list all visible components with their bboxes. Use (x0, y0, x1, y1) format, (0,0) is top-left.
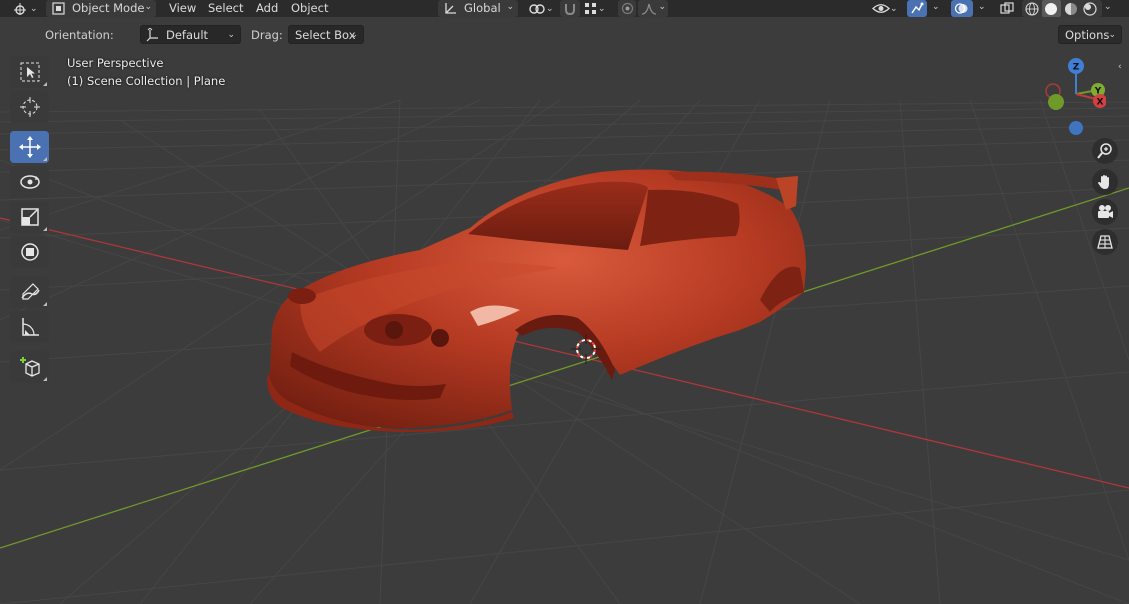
annotate-icon (20, 283, 40, 300)
scale-icon (20, 208, 39, 226)
shading-dropdown-chevron[interactable]: ⌄ (1104, 2, 1112, 12)
chevron-down-icon: ⌄ (30, 3, 38, 14)
orientation-value: Default (166, 27, 209, 42)
orientation-label: Orientation: (45, 28, 114, 42)
transform-tool[interactable] (10, 236, 49, 268)
sidebar-toggle[interactable]: ‹ (1118, 62, 1128, 74)
scene-canvas[interactable] (0, 0, 1129, 604)
mode-selector[interactable]: Object Mode ⌄ (46, 0, 156, 17)
tool-settings-bar: Orientation: Default ⌄ Drag: Select Box … (0, 24, 1129, 46)
gizmo-toggle[interactable] (907, 0, 927, 17)
chevron-down-icon: ⌄ (890, 3, 898, 14)
snap-toggle[interactable] (560, 0, 580, 17)
proportional-edit-toggle[interactable] (618, 0, 636, 17)
options-label: Options (1065, 27, 1110, 42)
xray-icon (1000, 2, 1014, 14)
rotate-tool[interactable] (10, 166, 49, 198)
shading-rendered-icon[interactable] (1083, 2, 1097, 16)
chevron-down-icon: ⌄ (598, 3, 606, 14)
gizmo-z-label: Z (1073, 63, 1080, 73)
editor-type-button[interactable]: ⌄ (14, 0, 38, 17)
chevron-down-icon: ⌄ (546, 3, 554, 14)
snap-icon (565, 4, 575, 15)
pan-button[interactable] (1092, 169, 1118, 195)
gizmo-icon (911, 2, 924, 14)
cursor-icon (19, 97, 40, 117)
grid-floor (0, 99, 1129, 604)
visibility-icon (872, 4, 890, 13)
annotate-tool[interactable] (10, 276, 49, 308)
hand-icon (1098, 175, 1109, 189)
collection-info: (1) Scene Collection | Plane (67, 74, 226, 88)
orientation-icon (445, 3, 456, 14)
menu-select[interactable]: Select (208, 0, 243, 17)
menu-object[interactable]: Object (291, 0, 328, 17)
shading-material-icon[interactable] (1064, 2, 1078, 16)
transform-orientation-selector[interactable]: Global ⌄ (438, 0, 518, 17)
drag-label: Drag: (251, 28, 283, 42)
zoom-icon (1097, 143, 1112, 159)
visibility-button[interactable]: ⌄ (872, 0, 898, 17)
rotate-icon (19, 175, 40, 189)
shading-solid-button[interactable] (1042, 0, 1061, 17)
orientation-label: Global (464, 1, 501, 15)
gizmo-dropdown-chevron[interactable]: ⌄ (932, 2, 940, 12)
drag-value: Select Box (295, 27, 356, 42)
zoom-button[interactable] (1092, 138, 1118, 164)
overlay-icon (954, 3, 968, 14)
overlay-dropdown-chevron[interactable]: ⌄ (978, 2, 986, 12)
chevron-down-icon: ⌄ (506, 2, 514, 12)
falloff-button[interactable]: ⌄ (638, 0, 668, 17)
options-dropdown[interactable]: Options ⌄ (1058, 25, 1122, 44)
mode-icon (52, 2, 65, 15)
shading-solid-icon (1045, 3, 1057, 15)
mode-label: Object Mode (72, 1, 145, 15)
pivot-icon (529, 3, 545, 14)
camera-icon (1098, 205, 1113, 218)
drag-dropdown[interactable]: Select Box ⌄ (288, 25, 364, 44)
3d-viewport[interactable]: User Perspective (1) Scene Collection | … (0, 0, 1129, 604)
pivot-point-button[interactable]: ⌄ (528, 0, 554, 17)
measure-tool[interactable] (10, 311, 49, 343)
chevron-down-icon: ⌄ (1108, 30, 1116, 40)
perspective-toggle-button[interactable] (1092, 229, 1118, 255)
navigation-gizmo[interactable]: Z Y X (1036, 54, 1106, 138)
snap-increment-button[interactable]: ⌄ (584, 0, 606, 17)
chevron-down-icon: ⌄ (144, 2, 152, 12)
snap-increment-icon (585, 3, 596, 14)
add-cube-tool[interactable] (10, 351, 49, 383)
scale-tool[interactable] (10, 201, 49, 233)
shading-wireframe-icon[interactable] (1025, 2, 1039, 16)
viewport-header: ⌄ Object Mode ⌄ View Select Add Object G… (0, 0, 1129, 17)
orientation-dropdown[interactable]: Default ⌄ (140, 25, 241, 44)
cursor-tool[interactable] (10, 91, 49, 123)
move-icon (18, 136, 41, 158)
orientation-default-icon (146, 27, 158, 41)
proportional-edit-icon (621, 2, 634, 15)
transform-icon (20, 243, 39, 261)
view-name: User Perspective (67, 56, 164, 70)
chevron-down-icon: ⌄ (658, 2, 666, 12)
gizmo-x-label: X (1097, 98, 1104, 108)
move-tool[interactable] (10, 131, 49, 163)
shading-modes (1022, 0, 1102, 17)
falloff-icon (641, 3, 657, 15)
measure-icon (21, 318, 39, 336)
menu-view[interactable]: View (169, 0, 196, 17)
grid-icon (1097, 235, 1113, 249)
chevron-down-icon: ⌄ (227, 30, 235, 40)
editor-type-icon (14, 2, 26, 15)
select-box-icon (20, 62, 39, 82)
camera-view-button[interactable] (1092, 199, 1118, 225)
overlay-toggle[interactable] (951, 0, 973, 17)
chevron-down-icon: ⌄ (350, 30, 358, 40)
add-cube-icon (19, 357, 40, 377)
select-box-tool[interactable] (10, 56, 49, 88)
menu-add[interactable]: Add (256, 0, 278, 17)
xray-toggle[interactable] (1000, 0, 1014, 17)
